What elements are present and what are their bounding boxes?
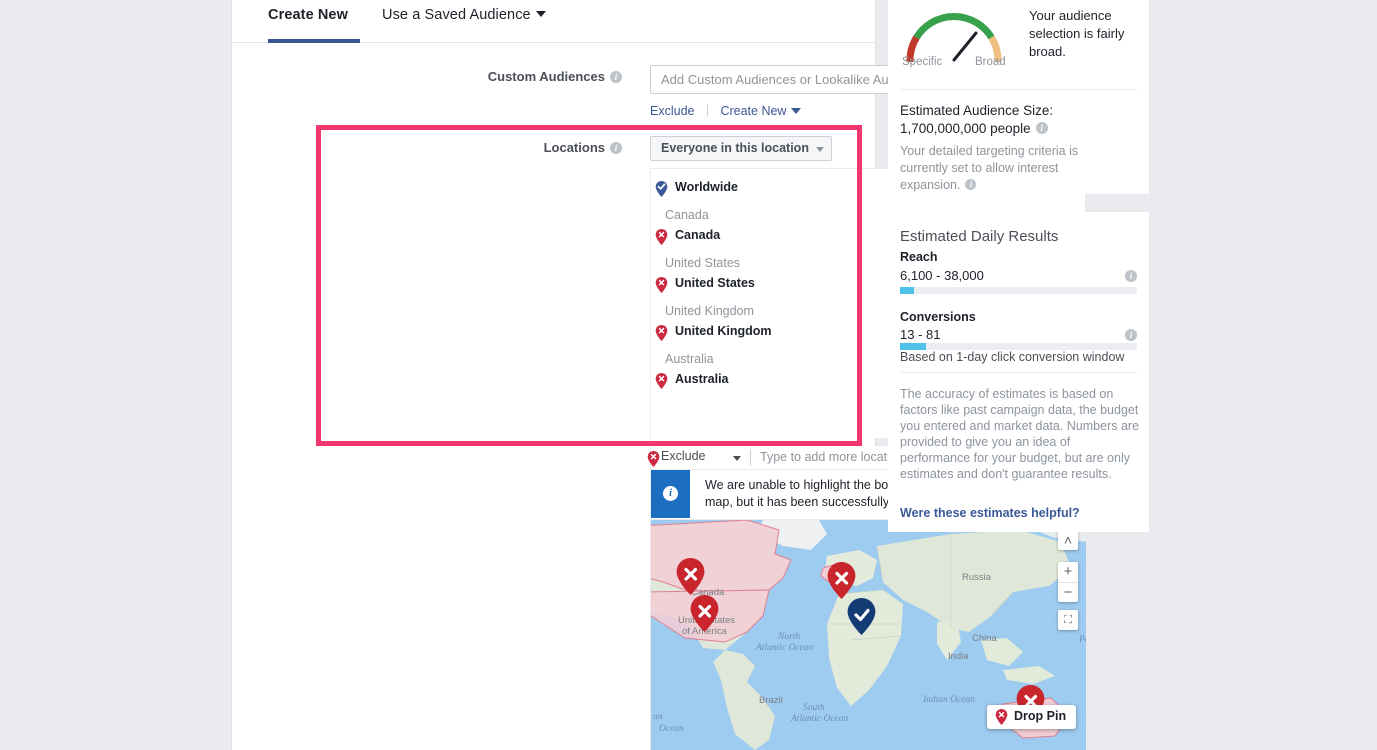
pin-exclude-red-icon (995, 709, 1008, 725)
divider (900, 372, 1137, 373)
map-zoom-controls: + − (1058, 562, 1078, 602)
tab-create-new-label: Create New (268, 7, 348, 23)
drop-pin-label: Drop Pin (1014, 709, 1066, 723)
custom-audiences-label: Custom Audiencesi (482, 69, 622, 84)
pin-exclude-red-icon (676, 558, 705, 595)
exclude-link[interactable]: Exclude (650, 104, 694, 118)
chevron-down-icon (791, 108, 801, 114)
united-states-exclude-pin[interactable] (690, 595, 719, 632)
map-label: Russia (962, 572, 991, 583)
audience-definition-card: Specific Broad Your audience selection i… (888, 0, 1149, 194)
tab-create-new[interactable]: Create New (268, 7, 348, 23)
pin-exclude-red-icon (647, 451, 660, 467)
chevron-down-icon (536, 11, 546, 17)
map-label: South (803, 703, 825, 713)
canada-exclude-pin[interactable] (676, 558, 705, 595)
map-recenter-button[interactable]: ⛶ (1058, 610, 1078, 630)
metric-conversions-bar (900, 343, 1137, 350)
divider (900, 89, 1137, 90)
map-label: Pa (1079, 635, 1087, 645)
united-kingdom-exclude-pin[interactable] (827, 562, 856, 599)
metric-conversions-label: Conversions (900, 310, 976, 324)
divider (707, 104, 708, 116)
info-icon[interactable]: i (1125, 327, 1137, 342)
metric-reach-label: Reach (900, 250, 938, 264)
audience-expansion-note: Your detailed targeting criteria is curr… (900, 143, 1090, 194)
map-label: Brazil (759, 695, 783, 706)
pin-check-blue-icon (847, 598, 876, 635)
map-label: Atlantic Ocean (756, 643, 813, 653)
gauge-broad-label: Broad (975, 56, 1006, 68)
chevron-down-icon (733, 456, 741, 461)
plus-icon: + (1064, 563, 1073, 580)
chevron-up-icon: ˄ (1064, 532, 1072, 548)
divider (750, 449, 751, 466)
metric-conversions-value: 13 - 81 (900, 327, 940, 342)
audience-breadth-message: Your audience selection is fairly broad. (1029, 7, 1139, 61)
left-gutter (0, 0, 232, 750)
results-title: Estimated Daily Results (900, 228, 1058, 245)
location-search-mode[interactable]: Exclude (661, 449, 705, 463)
custom-audiences-actions: Exclude Create New (650, 104, 801, 118)
conversion-window-note: Based on 1-day click conversion window (900, 350, 1124, 364)
tab-active-underline (268, 39, 360, 43)
pin-exclude-red-icon (827, 562, 856, 599)
map-label: Atlantic Ocean (791, 714, 848, 724)
info-icon: i (663, 486, 678, 501)
info-icon[interactable]: i (1036, 122, 1048, 134)
worldwide-include-pin[interactable] (847, 598, 876, 635)
create-new-link[interactable]: Create New (720, 104, 801, 118)
info-icon[interactable]: i (1125, 268, 1137, 283)
estimated-daily-results-card: Estimated Daily Results Reach 6,100 - 38… (888, 212, 1149, 532)
drop-pin-button[interactable]: Drop Pin (987, 705, 1076, 729)
metric-reach-value: 6,100 - 38,000 (900, 268, 984, 283)
map-label: North (778, 632, 800, 642)
tab-use-saved-audience-label: Use a Saved Audience (382, 7, 531, 23)
location-map[interactable]: CanadaUnited Statesof AmericaRussiaChina… (650, 520, 1087, 750)
map-zoom-in-button[interactable]: + (1058, 562, 1078, 583)
map-label: Indian Ocean (923, 695, 975, 705)
tab-use-saved-audience[interactable]: Use a Saved Audience (382, 7, 546, 23)
metric-reach-bar (900, 287, 1137, 294)
map-label: an (653, 712, 663, 722)
locate-icon: ⛶ (1064, 614, 1072, 626)
minus-icon: − (1064, 584, 1073, 601)
info-icon[interactable]: i (610, 71, 622, 83)
map-tilt-button[interactable]: ˄ (1058, 530, 1078, 550)
info-icon[interactable]: i (965, 179, 976, 190)
audience-form-column: Create New Use a Saved Audience Custom A… (232, 0, 876, 750)
audience-tabbar: Create New Use a Saved Audience (232, 0, 876, 43)
locations-highlight-box (316, 125, 862, 446)
accuracy-disclaimer: The accuracy of estimates is based on fa… (900, 386, 1140, 482)
map-label: China (972, 633, 997, 644)
estimates-helpful-link[interactable]: Were these estimates helpful? (900, 506, 1080, 520)
map-label: Ocean (659, 724, 684, 734)
banner-icon-block: i (651, 470, 690, 518)
map-label: India (948, 651, 969, 662)
estimated-audience-size: Estimated Audience Size: 1,700,000,000 p… (900, 102, 1140, 138)
pin-exclude-red-icon (690, 595, 719, 632)
gauge-specific-label: Specific (902, 56, 942, 68)
map-zoom-out-button[interactable]: − (1058, 583, 1078, 603)
